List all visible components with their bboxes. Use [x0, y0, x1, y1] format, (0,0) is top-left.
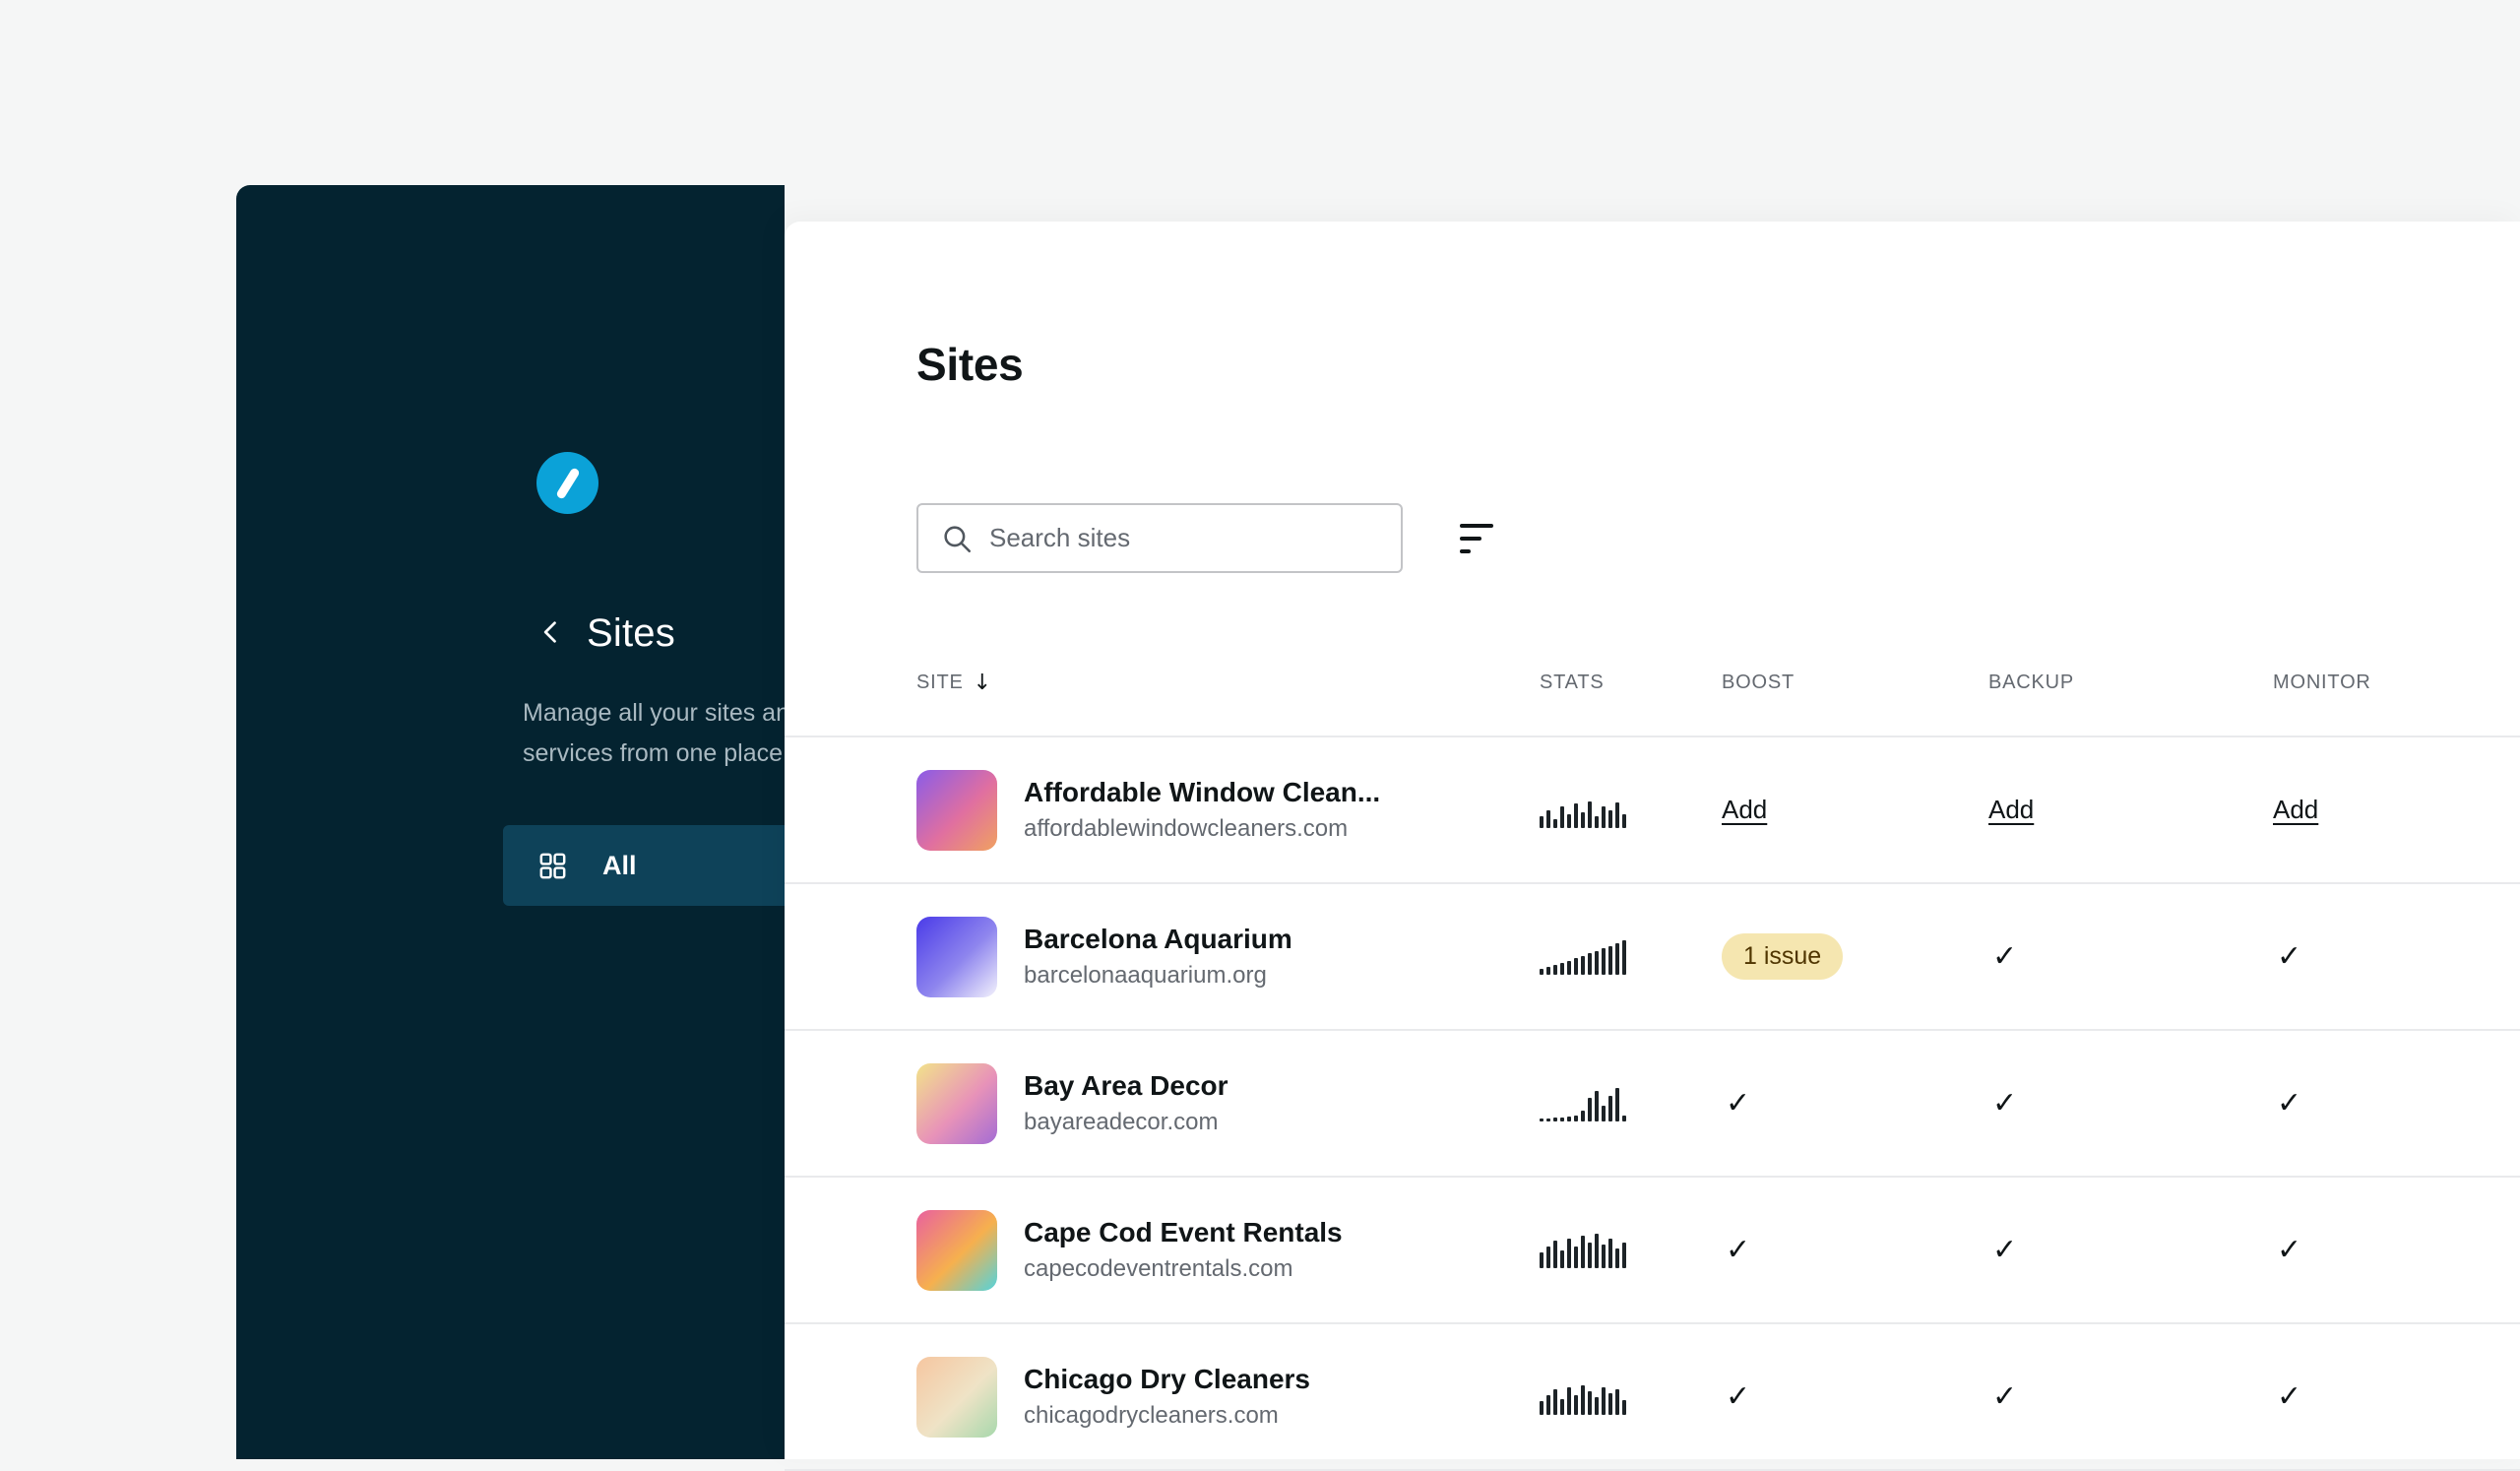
- check-icon: ✓: [1726, 1379, 1750, 1414]
- check-icon: ✓: [1992, 1233, 2017, 1267]
- back-button[interactable]: [537, 618, 565, 649]
- site-name[interactable]: Affordable Window Clean...: [1024, 777, 1380, 808]
- table-row[interactable]: Bay Area Decor bayareadecor.com ✓ ✓ ✓: [785, 1031, 2520, 1178]
- backup-add-link[interactable]: Add: [1988, 795, 2034, 824]
- check-icon: ✓: [2277, 1086, 2301, 1120]
- table-row[interactable]: Cape Cod Event Rentals capecodeventrenta…: [785, 1178, 2520, 1324]
- site-domain: barcelonaaquarium.org: [1024, 962, 1292, 990]
- column-header-stats: STATS: [1540, 672, 1722, 694]
- site-name[interactable]: Cape Cod Event Rentals: [1024, 1217, 1343, 1248]
- table-row[interactable]: Affordable Window Clean... affordablewin…: [785, 737, 2520, 884]
- column-header-monitor: MONITOR: [2273, 672, 2520, 694]
- table-body: Affordable Window Clean... affordablewin…: [785, 737, 2520, 1471]
- site-favicon: [916, 1210, 997, 1291]
- column-header-boost: BOOST: [1722, 672, 1988, 694]
- table-row[interactable]: Barcelona Aquarium barcelonaaquarium.org…: [785, 884, 2520, 1031]
- site-favicon: [916, 1357, 997, 1438]
- check-icon: ✓: [2277, 1233, 2301, 1267]
- sidebar-header: Sites: [537, 611, 675, 656]
- jetpack-logo[interactable]: [536, 452, 598, 514]
- check-icon: ✓: [1992, 1379, 2017, 1414]
- column-header-site[interactable]: SITE ↓: [916, 672, 1540, 694]
- column-header-backup: BACKUP: [1988, 672, 2273, 694]
- column-label: SITE: [916, 672, 964, 694]
- sites-panel: Sites SITE ↓ STATS BOOST BACKUP MONITOR: [785, 222, 2520, 1459]
- sort-desc-icon: ↓: [974, 672, 992, 694]
- table-row[interactable]: Chicago Dry Cleaners chicagodrycleaners.…: [785, 1324, 2520, 1471]
- search-input[interactable]: [989, 505, 1401, 571]
- sidebar-title: Sites: [587, 611, 675, 656]
- stats-sparkline: [1540, 1379, 1722, 1415]
- site-domain: capecodeventrentals.com: [1024, 1255, 1343, 1283]
- stats-sparkline: [1540, 1086, 1722, 1121]
- site-name[interactable]: Chicago Dry Cleaners: [1024, 1364, 1310, 1395]
- page-title: Sites: [916, 338, 2520, 391]
- stats-sparkline: [1540, 1233, 1722, 1268]
- site-domain: chicagodrycleaners.com: [1024, 1402, 1310, 1430]
- site-domain: affordablewindowcleaners.com: [1024, 815, 1380, 843]
- site-domain: bayareadecor.com: [1024, 1109, 1228, 1136]
- check-icon: ✓: [1992, 939, 2017, 974]
- check-icon: ✓: [1726, 1233, 1750, 1267]
- stats-sparkline: [1540, 939, 1722, 975]
- grid-icon: [536, 850, 569, 882]
- boost-issue-badge[interactable]: 1 issue: [1722, 933, 1843, 980]
- monitor-add-link[interactable]: Add: [2273, 795, 2318, 824]
- chevron-left-icon: [537, 618, 565, 649]
- check-icon: ✓: [2277, 939, 2301, 974]
- sidebar: Sites Manage all your sites and Jetpack …: [236, 185, 785, 1459]
- site-name[interactable]: Barcelona Aquarium: [1024, 924, 1292, 955]
- check-icon: ✓: [2277, 1379, 2301, 1414]
- search-icon: [940, 522, 974, 555]
- filter-button[interactable]: [1454, 518, 1499, 559]
- site-favicon: [916, 770, 997, 851]
- boost-add-link[interactable]: Add: [1722, 795, 1767, 824]
- site-favicon: [916, 1063, 997, 1144]
- site-favicon: [916, 917, 997, 997]
- toolbar: [916, 503, 2520, 573]
- stats-sparkline: [1540, 793, 1722, 828]
- sidebar-item-label: All: [602, 851, 637, 881]
- check-icon: ✓: [1726, 1086, 1750, 1120]
- check-icon: ✓: [1992, 1086, 2017, 1120]
- site-name[interactable]: Bay Area Decor: [1024, 1070, 1228, 1102]
- search-box[interactable]: [916, 503, 1403, 573]
- table-header: SITE ↓ STATS BOOST BACKUP MONITOR: [785, 672, 2520, 737]
